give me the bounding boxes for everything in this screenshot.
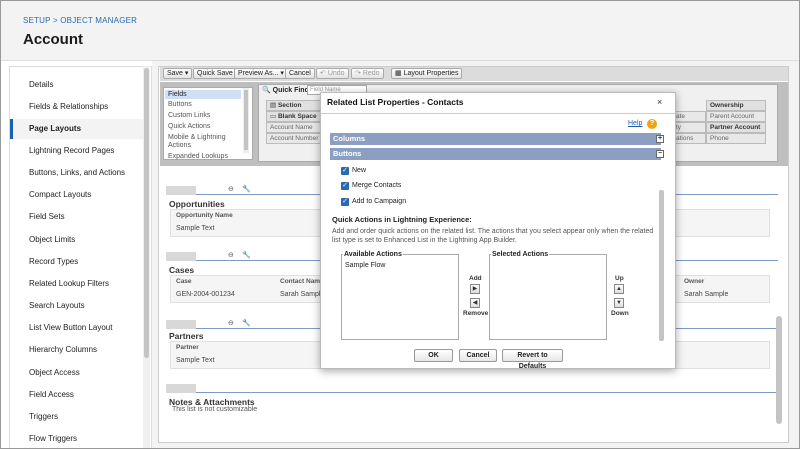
window-frame	[0, 0, 800, 449]
